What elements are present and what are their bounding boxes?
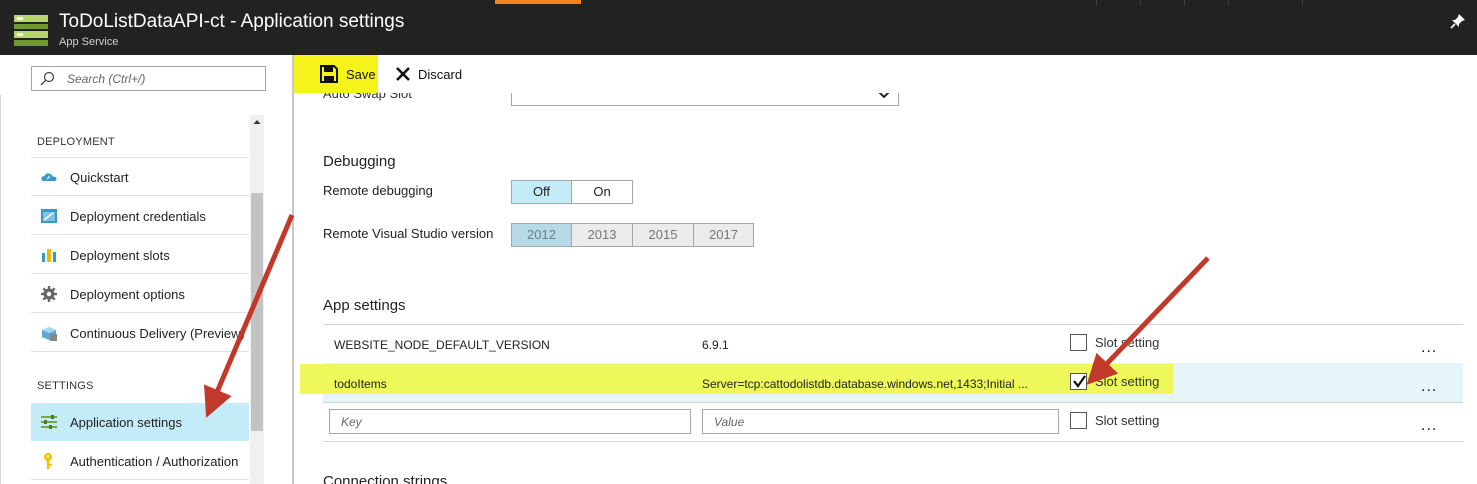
sidebar-menu: DEPLOYMENT Quickstart Deployment credent… [31, 115, 249, 484]
divider [1140, 0, 1141, 5]
remote-debugging-label: Remote debugging [323, 183, 433, 198]
close-icon [396, 67, 410, 81]
discard-label: Discard [418, 67, 463, 82]
debugging-heading: Debugging [323, 153, 396, 170]
scrollbar-thumb[interactable] [251, 193, 263, 431]
sidebar-item-application-settings[interactable]: Application settings [31, 403, 249, 441]
key-icon [40, 452, 58, 470]
command-bar: Save Discard [294, 55, 1477, 93]
gear-icon [40, 285, 58, 303]
slots-icon [40, 246, 58, 264]
app-service-icon [14, 14, 48, 48]
sidebar-item-label: Quickstart [70, 170, 129, 185]
search-icon [39, 71, 55, 87]
sidebar-item-deployment-credentials[interactable]: Deployment credentials [31, 197, 249, 235]
chevron-down-icon [878, 93, 890, 100]
vs-version-2015: 2015 [633, 223, 694, 247]
auto-swap-label: Auto Swap Slot [323, 93, 412, 101]
sidebar-item-label: Deployment options [70, 287, 185, 302]
page-subtitle: App Service [59, 36, 119, 48]
setting-value: 6.9.1 [702, 338, 729, 352]
divider [0, 95, 1, 484]
discard-button[interactable]: Discard [394, 55, 474, 93]
value-placeholder: Value [714, 415, 745, 429]
sidebar-item-quickstart[interactable]: Quickstart [31, 158, 249, 196]
divider [1302, 0, 1303, 5]
slot-setting-checkbox[interactable] [1070, 334, 1087, 351]
save-icon [320, 65, 338, 83]
vs-version-2012: 2012 [511, 223, 572, 247]
sidebar: Search (Ctrl+/) DEPLOYMENT Quickstart De… [0, 55, 294, 484]
setting-value: Server=tcp:cattodolistdb.database.window… [702, 377, 1028, 391]
page-title: ToDoListDataAPI-ct - Application setting… [59, 11, 405, 32]
sidebar-item-deployment-slots[interactable]: Deployment slots [31, 236, 249, 274]
save-label: Save [346, 67, 376, 82]
vs-version-2013: 2013 [572, 223, 633, 247]
sidebar-item-label: Continuous Delivery (Preview) [70, 326, 245, 341]
app-settings-heading: App settings [323, 297, 406, 314]
search-placeholder: Search (Ctrl+/) [67, 72, 146, 86]
pin-icon[interactable] [1449, 12, 1467, 30]
section-header-settings: SETTINGS [37, 380, 94, 392]
remote-debugging-off[interactable]: Off [511, 180, 572, 204]
delivery-icon [40, 324, 58, 342]
setting-key: todoItems [334, 377, 387, 391]
row-more-button[interactable]: ... [1421, 340, 1437, 356]
auto-swap-select[interactable] [511, 93, 899, 106]
sidebar-item-deployment-options[interactable]: Deployment options [31, 275, 249, 313]
key-placeholder: Key [341, 415, 362, 429]
divider [323, 402, 1463, 403]
remote-debugging-on[interactable]: On [572, 180, 633, 204]
cloud-icon [40, 168, 58, 186]
slot-setting-checkbox[interactable] [1070, 412, 1087, 429]
divider [1228, 0, 1229, 5]
scroll-up-arrow-icon[interactable] [250, 115, 264, 129]
title-bar: ToDoListDataAPI-ct - Application setting… [0, 0, 1477, 55]
slot-setting-checkbox[interactable] [1070, 373, 1087, 390]
setting-key: WEBSITE_NODE_DEFAULT_VERSION [334, 338, 550, 352]
divider [323, 324, 1463, 325]
divider [323, 441, 1463, 442]
section-header-deployment: DEPLOYMENT [37, 136, 115, 148]
new-key-input[interactable]: Key [329, 409, 691, 434]
slot-setting-label: Slot setting [1095, 413, 1160, 428]
slot-setting-label: Slot setting [1095, 374, 1160, 389]
sidebar-item-label: Application settings [70, 415, 183, 430]
row-more-button[interactable]: ... [1421, 379, 1437, 395]
settings-sliders-icon [40, 413, 58, 431]
divider [1096, 0, 1097, 5]
active-tab-indicator [495, 0, 581, 4]
sidebar-item-label: Deployment slots [70, 248, 170, 263]
sidebar-item-label: Authentication / Authorization [70, 454, 239, 469]
sidebar-item-label: Deployment credentials [70, 209, 206, 224]
save-button[interactable]: Save [294, 55, 378, 93]
sidebar-item-continuous-delivery[interactable]: Continuous Delivery (Preview) [31, 314, 249, 352]
slot-setting-label: Slot setting [1095, 335, 1160, 350]
search-input[interactable]: Search (Ctrl+/) [31, 66, 266, 91]
checkmark-icon [1073, 375, 1086, 388]
remote-vs-version-label: Remote Visual Studio version [323, 226, 494, 241]
row-more-button[interactable]: ... [1421, 418, 1437, 434]
divider [1184, 0, 1185, 5]
settings-content: Auto Swap Slot Debugging Remote debuggin… [296, 93, 1477, 484]
vs-version-2017: 2017 [694, 223, 754, 247]
connection-strings-heading: Connection strings [323, 473, 448, 484]
new-value-input[interactable]: Value [702, 409, 1059, 434]
credentials-icon [40, 207, 58, 225]
sidebar-item-authentication[interactable]: Authentication / Authorization [31, 442, 249, 480]
